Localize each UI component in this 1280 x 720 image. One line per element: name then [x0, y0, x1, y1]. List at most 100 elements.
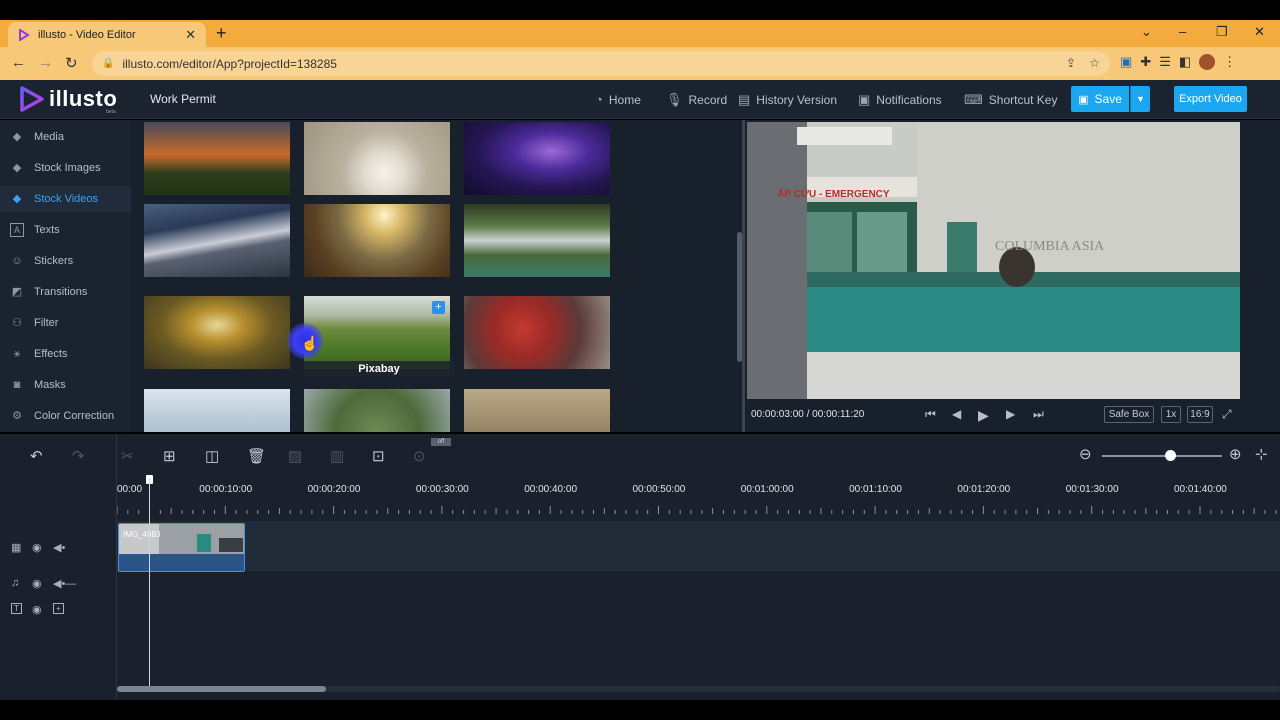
- image-icon[interactable]: ▨: [288, 447, 302, 465]
- sidebar-item-filter[interactable]: ⚇ Filter: [0, 310, 131, 336]
- step-forward-icon[interactable]: ▶: [1006, 407, 1015, 421]
- sidebar-item-stickers[interactable]: ☺ Stickers: [0, 248, 131, 274]
- microphone-icon: 🎙: [666, 92, 683, 107]
- tab-search-icon[interactable]: ⌄: [1141, 24, 1152, 40]
- ruler-label: 00:01:30:00: [1065, 484, 1119, 495]
- play-icon[interactable]: ▶: [978, 407, 989, 424]
- timeline-ruler[interactable]: [117, 504, 1280, 516]
- reload-icon[interactable]: ↻: [65, 54, 78, 72]
- video-thumbnail-sky[interactable]: [144, 389, 290, 432]
- new-tab-button[interactable]: +: [216, 23, 227, 44]
- fit-timeline-icon[interactable]: ⊹: [1255, 445, 1268, 463]
- add-to-timeline-button[interactable]: +: [432, 301, 445, 314]
- stock-videos-panel: [131, 120, 742, 432]
- fullscreen-icon[interactable]: ⤢: [1222, 407, 1232, 422]
- zoom-slider-track[interactable]: [1102, 455, 1222, 457]
- track-headers: ▦ ◉ ◀• ♫ ◉ ◀•— T ◉ +: [0, 434, 117, 700]
- project-name[interactable]: Work Permit: [150, 92, 216, 106]
- preview-controls: 00:00:03:00 / 00:00:11:20 ⏮ ◀ ▶ ▶ ⏭ Safe…: [745, 402, 1280, 430]
- sidebar-item-stock-videos[interactable]: ◆ Stock Videos: [0, 186, 131, 212]
- zoom-out-icon[interactable]: ⊖: [1079, 445, 1092, 463]
- safe-box-button[interactable]: Safe Box: [1104, 406, 1154, 423]
- redo-icon[interactable]: ↷: [72, 447, 85, 465]
- video-thumbnail-red-leaves[interactable]: [464, 296, 610, 369]
- sidebar-item-label: Effects: [34, 348, 68, 360]
- preview-panel: COLUMBIA ASIA ẤP CỨU - EMERGENCY 00:00:0…: [745, 120, 1280, 432]
- eye-icon[interactable]: ◉: [32, 577, 42, 590]
- url-field[interactable]: 🔒 illusto.com/editor/App?projectId=13828…: [92, 51, 1110, 76]
- avatar[interactable]: [1199, 54, 1216, 70]
- nav-record[interactable]: 🎙 Record: [666, 92, 727, 108]
- nav-home[interactable]: ◔ Home: [595, 92, 641, 107]
- magnet-icon[interactable]: ⊙: [413, 447, 426, 465]
- eye-icon[interactable]: ◉: [32, 603, 42, 616]
- undo-icon[interactable]: ↶: [30, 447, 43, 465]
- illusto-logo[interactable]: illusto beta: [18, 85, 117, 115]
- home-icon: ◔: [595, 92, 603, 107]
- eye-icon[interactable]: ◉: [32, 541, 42, 554]
- nav-history-version[interactable]: ▤ History Version: [738, 92, 837, 108]
- minimize-button[interactable]: –: [1179, 24, 1186, 39]
- crop-icon[interactable]: ⊞: [163, 447, 176, 465]
- puzzle-icon[interactable]: ✚: [1140, 54, 1151, 70]
- text-track-icon: T: [11, 603, 22, 614]
- timeline-scrollbar-thumb[interactable]: [117, 686, 327, 692]
- zoom-slider-handle[interactable]: [1165, 450, 1176, 461]
- side-panel-icon[interactable]: ◧: [1179, 54, 1191, 70]
- sidebar-item-media[interactable]: ◆ Media: [0, 124, 131, 150]
- video-thumbnail-autumn-road[interactable]: [144, 296, 290, 369]
- menu-icon[interactable]: ⋮: [1223, 54, 1236, 70]
- sidebar-item-texts[interactable]: A Texts: [0, 217, 131, 243]
- tab-close-icon[interactable]: ✕: [185, 27, 196, 43]
- browser-tab[interactable]: illusto - Video Editor ✕: [8, 22, 206, 47]
- skip-to-start-icon[interactable]: ⏮: [925, 407, 936, 422]
- sidebar-item-label: Masks: [34, 379, 66, 391]
- reading-list-icon[interactable]: ☰: [1159, 54, 1171, 70]
- skip-to-end-icon[interactable]: ⏭: [1033, 407, 1044, 422]
- extension-icon[interactable]: ▣: [1120, 54, 1132, 70]
- forward-icon[interactable]: →: [38, 54, 53, 71]
- share-star-icons[interactable]: ⇪ ☆: [1066, 56, 1100, 70]
- freeze-icon[interactable]: ▥: [330, 447, 344, 465]
- back-icon[interactable]: ←: [11, 54, 26, 71]
- zoom-in-icon[interactable]: ⊕: [1229, 445, 1242, 463]
- video-thumbnail-tree[interactable]: [304, 389, 450, 432]
- maximize-button[interactable]: ❐: [1216, 24, 1228, 40]
- video-thumbnail-cows-field[interactable]: [304, 296, 450, 369]
- video-thumbnail-sunset[interactable]: [144, 122, 290, 195]
- add-text-track-icon[interactable]: +: [53, 603, 64, 614]
- video-clip[interactable]: IMG_4983: [118, 523, 245, 572]
- save-button[interactable]: ▣ Save: [1071, 86, 1129, 112]
- snapshot-icon[interactable]: ⊡: [372, 447, 385, 465]
- cut-icon[interactable]: ✂: [121, 447, 134, 465]
- aspect-ratio-button[interactable]: 16:9: [1187, 406, 1213, 423]
- sidebar-item-color-correction[interactable]: ⚙ Color Correction: [0, 403, 131, 429]
- sidebar-item-effects[interactable]: ⚹ Effects: [0, 341, 131, 367]
- volume-icon[interactable]: ◀•—: [53, 577, 76, 590]
- speed-button[interactable]: 1x: [1161, 406, 1181, 423]
- export-video-button[interactable]: Export Video: [1174, 86, 1247, 112]
- volume-icon[interactable]: ◀•: [53, 541, 65, 554]
- delete-icon[interactable]: 🗑: [247, 447, 266, 465]
- nav-notifications[interactable]: ▣ Notifications: [858, 92, 942, 108]
- close-window-button[interactable]: ✕: [1254, 24, 1265, 40]
- current-time: 00:00:03:00: [751, 409, 804, 420]
- nav-shortcut-key[interactable]: ⌨ Shortcut Key: [964, 92, 1057, 108]
- video-thumbnail-balloons[interactable]: [464, 389, 610, 432]
- save-dropdown-button[interactable]: ▼: [1130, 86, 1150, 112]
- sidebar-item-label: Filter: [34, 317, 59, 329]
- video-thumbnail-coast[interactable]: [304, 204, 450, 277]
- magic-wand-icon: ⚹: [13, 348, 21, 360]
- sidebar-item-transitions[interactable]: ◩ Transitions: [0, 279, 131, 305]
- playhead[interactable]: [149, 478, 150, 692]
- video-thumbnail-blossom[interactable]: [304, 122, 450, 195]
- video-thumbnail-purple-waves[interactable]: [464, 122, 610, 195]
- sidebar-item-stock-images[interactable]: ◆ Stock Images: [0, 155, 131, 181]
- video-thumbnail-mountains[interactable]: [144, 204, 290, 277]
- video-thumbnail-waterfall[interactable]: [464, 204, 610, 277]
- split-icon[interactable]: ◫: [205, 447, 219, 465]
- app-header: illusto beta Work Permit ◔ Home 🎙 Record ▤…: [0, 80, 1280, 119]
- step-back-icon[interactable]: ◀: [952, 407, 961, 421]
- timeline-scrollbar[interactable]: [117, 686, 1280, 692]
- sidebar-item-masks[interactable]: ◙ Masks: [0, 372, 131, 398]
